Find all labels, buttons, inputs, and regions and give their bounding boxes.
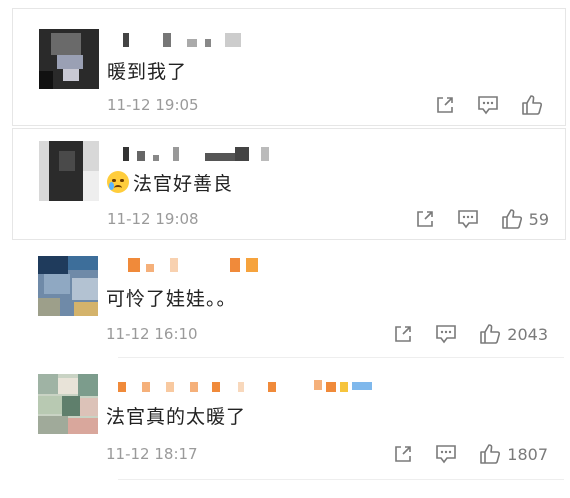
like-count: 2043	[507, 324, 548, 344]
share-icon	[395, 446, 412, 462]
like-count: 1807	[507, 444, 548, 464]
share-button[interactable]	[415, 209, 435, 229]
share-icon	[416, 211, 433, 227]
like-button[interactable]: 59	[501, 208, 549, 230]
comment-card: 可怜了娃娃。。 11-12 16:10 2043	[12, 244, 564, 358]
comment-button[interactable]	[435, 444, 457, 464]
share-icon	[437, 97, 453, 113]
avatar[interactable]	[38, 256, 98, 316]
comment-button[interactable]	[477, 95, 499, 115]
comment-time: 11-12 18:17	[106, 445, 198, 463]
divider	[118, 357, 564, 358]
comment-icon	[436, 325, 457, 344]
share-button[interactable]	[393, 324, 413, 344]
like-icon	[480, 444, 501, 464]
comment-card: 法官好善良 11-12 19:08 59	[12, 128, 566, 240]
like-icon	[522, 95, 543, 115]
comment-card: 暖到我了 11-12 19:05	[12, 8, 566, 126]
like-button[interactable]: 2043	[479, 323, 548, 345]
avatar[interactable]	[39, 29, 99, 89]
comment-actions	[413, 93, 549, 117]
comment-time: 11-12 16:10	[106, 325, 198, 343]
comment-actions: 1807	[371, 442, 548, 466]
comment-icon	[478, 96, 498, 115]
comment-icon	[457, 210, 478, 229]
share-icon	[395, 326, 412, 342]
divider	[118, 479, 564, 480]
crying-face-icon	[107, 171, 129, 193]
share-button[interactable]	[393, 444, 413, 464]
avatar[interactable]	[39, 141, 99, 201]
like-button[interactable]	[521, 94, 549, 116]
comment-button[interactable]	[457, 209, 479, 229]
comment-text-content: 法官好善良	[133, 173, 234, 195]
comment-icon	[436, 445, 457, 464]
like-icon	[480, 324, 501, 344]
comment-actions: 2043	[371, 322, 548, 346]
comment-time: 11-12 19:08	[107, 210, 199, 228]
avatar[interactable]	[38, 374, 98, 434]
comment-text: 法官真的太暖了	[106, 406, 247, 428]
like-icon	[501, 209, 522, 229]
comment-text: 暖到我了	[107, 61, 188, 83]
comment-actions: 59	[393, 207, 549, 231]
like-count: 59	[528, 209, 549, 229]
comment-text: 可怜了娃娃。。	[106, 288, 237, 310]
comment-text: 法官好善良	[107, 169, 233, 196]
share-button[interactable]	[435, 95, 455, 115]
comment-time: 11-12 19:05	[107, 96, 199, 114]
comment-button[interactable]	[435, 324, 457, 344]
comment-card: 法官真的太暖了 11-12 18:17 1807	[12, 362, 564, 480]
like-button[interactable]: 1807	[479, 443, 548, 465]
